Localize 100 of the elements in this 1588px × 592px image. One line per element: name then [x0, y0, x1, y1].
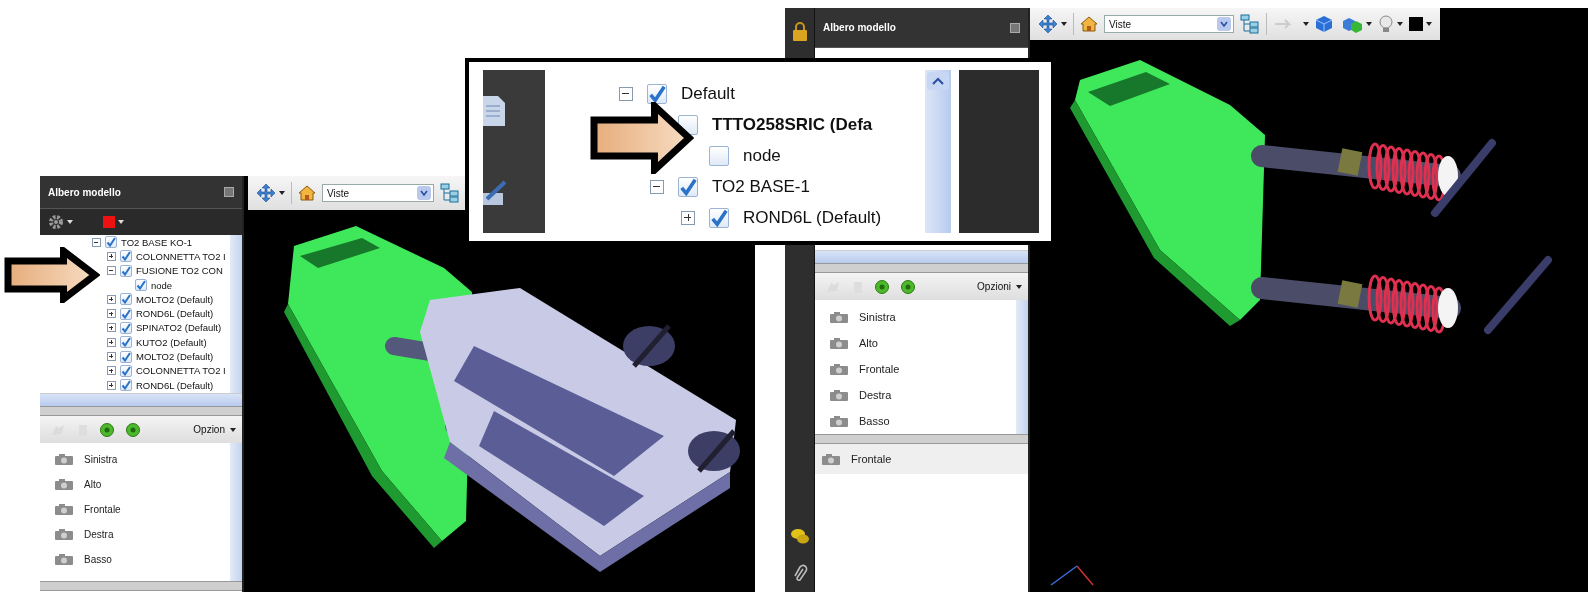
view-name[interactable]: Frontale — [84, 504, 121, 515]
checkbox[interactable] — [120, 350, 132, 363]
checkbox[interactable] — [120, 321, 132, 334]
view-name[interactable]: Destra — [84, 529, 114, 540]
expand-toggle[interactable] — [681, 210, 695, 225]
view-name[interactable]: Sinistra — [84, 454, 118, 465]
expand-toggle[interactable] — [619, 86, 633, 101]
caret-icon[interactable] — [279, 191, 285, 195]
view-name[interactable]: Sinistra — [859, 311, 896, 323]
tree-item-label[interactable]: COLONNETTA TO2 I — [136, 250, 226, 262]
scrollbar[interactable] — [230, 443, 242, 581]
expand-toggle[interactable] — [107, 294, 116, 304]
color-swatch-icon[interactable] — [103, 216, 115, 228]
checkbox[interactable] — [647, 83, 667, 104]
tree-item-label[interactable]: COLONNETTA TO2 I — [136, 365, 226, 377]
tree-item-label[interactable]: ROND6L (Default) — [136, 379, 214, 391]
checkbox[interactable] — [120, 264, 132, 277]
expand-toggle[interactable] — [107, 352, 116, 361]
expand-toggle[interactable] — [107, 266, 116, 276]
view-name[interactable]: Frontale — [859, 363, 900, 375]
tree-item-label[interactable]: TTTO258SRIC (Defa — [712, 114, 873, 135]
round-button-icon[interactable] — [901, 279, 915, 294]
camera-icon — [54, 528, 74, 541]
tree-view-icon[interactable] — [440, 183, 460, 203]
view-name[interactable]: Basso — [84, 554, 112, 565]
caret-icon[interactable] — [67, 220, 73, 224]
camera-icon — [829, 414, 849, 428]
checkbox[interactable] — [678, 176, 698, 197]
home-icon[interactable] — [298, 185, 316, 201]
checkbox[interactable] — [120, 293, 132, 306]
camera-icon — [821, 452, 841, 466]
caret-icon[interactable] — [1061, 22, 1067, 26]
view-name[interactable]: Alto — [84, 479, 102, 490]
move-icon[interactable] — [256, 183, 276, 203]
caret-icon[interactable] — [1397, 22, 1403, 26]
checkbox[interactable] — [709, 145, 729, 166]
speech-bubbles-icon[interactable] — [789, 528, 810, 546]
color-swatch-icon[interactable] — [1409, 17, 1423, 31]
checkbox[interactable] — [120, 379, 132, 392]
tree-item-label[interactable]: TO2 BASE-1 — [712, 176, 810, 197]
view-select[interactable]: Viste — [1104, 15, 1234, 33]
tree-item-label[interactable]: Default — [681, 83, 735, 104]
checkbox[interactable] — [120, 364, 132, 377]
tree-item-label[interactable]: node — [151, 279, 173, 291]
round-button-icon[interactable] — [126, 422, 140, 437]
move-icon[interactable] — [1038, 14, 1058, 34]
view-name[interactable]: Basso — [859, 415, 890, 427]
round-button-icon[interactable] — [875, 279, 889, 294]
paperclip-icon[interactable] — [791, 564, 808, 584]
options-menu-button[interactable]: Opzion — [193, 424, 236, 435]
expand-toggle[interactable] — [107, 309, 116, 319]
checkbox[interactable] — [135, 279, 147, 292]
checkbox[interactable] — [709, 207, 729, 228]
checkbox[interactable] — [105, 236, 117, 249]
tree-item-label[interactable]: MOLTO2 (Default) — [136, 351, 214, 362]
options-menu-button[interactable]: Opzioni — [977, 281, 1022, 292]
caret-icon[interactable] — [1366, 22, 1372, 26]
checkbox[interactable] — [120, 336, 132, 349]
expand-toggle[interactable] — [107, 251, 116, 261]
expand-toggle[interactable] — [107, 323, 116, 333]
document-icon[interactable] — [483, 96, 505, 127]
tree-item-label[interactable]: TO2 BASE KO-1 — [121, 236, 193, 248]
scrollbar[interactable] — [815, 250, 1028, 263]
home-icon[interactable] — [1080, 16, 1098, 32]
collapse-button[interactable] — [1010, 22, 1020, 33]
view-name[interactable]: Destra — [859, 389, 892, 401]
camera-icon — [54, 553, 74, 566]
tree-item-label[interactable]: KUTO2 (Default) — [136, 336, 207, 348]
expand-toggle[interactable] — [107, 337, 116, 347]
caret-icon[interactable] — [118, 220, 124, 224]
caret-icon[interactable] — [1426, 22, 1432, 26]
pen-icon[interactable] — [483, 178, 507, 207]
tree-item-label[interactable]: FUSIONE TO2 CON — [136, 265, 223, 277]
scroll-up-icon[interactable] — [927, 72, 949, 90]
tree-item-label[interactable]: SPINATO2 (Default) — [136, 322, 222, 334]
expand-toggle[interactable] — [107, 380, 116, 390]
expand-toggle[interactable] — [92, 237, 101, 247]
camera-icon — [829, 336, 849, 350]
gear-icon[interactable] — [48, 214, 64, 230]
checkbox[interactable] — [120, 307, 132, 320]
padlock-icon[interactable] — [791, 22, 808, 42]
tree-item-label[interactable]: ROND6L (Default) — [136, 308, 214, 320]
scrollbar[interactable] — [925, 70, 951, 233]
tree-item-label[interactable]: ROND6L (Default) — [743, 207, 882, 228]
scrollbar[interactable] — [40, 393, 242, 406]
view-select[interactable]: Viste — [322, 184, 434, 202]
scrollbar[interactable] — [230, 235, 242, 393]
checkbox[interactable] — [120, 250, 132, 263]
caret-icon[interactable] — [1303, 22, 1309, 26]
current-view-name: Frontale — [851, 453, 892, 465]
expand-toggle[interactable] — [650, 179, 664, 194]
expand-toggle[interactable] — [107, 366, 116, 376]
scrollbar[interactable] — [1016, 300, 1028, 434]
tree-item-label[interactable]: node — [743, 145, 781, 166]
tree-item-label[interactable]: MOLTO2 (Default) — [136, 293, 214, 305]
view-name[interactable]: Alto — [859, 337, 878, 349]
tree-view-icon[interactable] — [1240, 14, 1260, 34]
caret-icon — [1016, 284, 1022, 289]
cube-icon[interactable] — [1315, 15, 1333, 33]
round-button-icon[interactable] — [100, 422, 114, 437]
